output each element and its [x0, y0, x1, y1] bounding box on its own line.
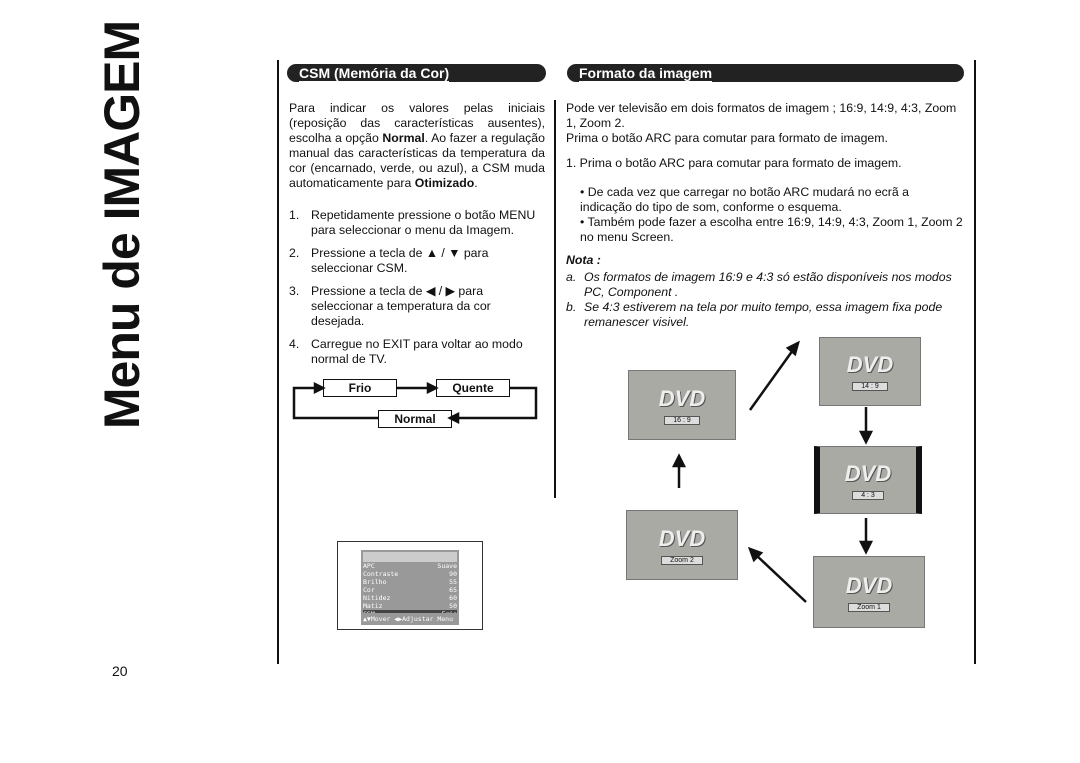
osd-row: Matiz 50 [363, 602, 457, 610]
osd-footer: ▲▼Mover ◀▶Adjustar Menu [361, 613, 459, 625]
csm-intro: Para indicar os valores pelas iniciais (… [289, 101, 545, 190]
osd-row: Brilho 55 [363, 578, 457, 586]
osd-row: APC Suave [363, 562, 457, 570]
osd-row: Cor 65 [363, 586, 457, 594]
section-header-formato: Formato da imagem [567, 64, 964, 82]
side-title: Menu de IMAGEM [94, 20, 150, 430]
osd-menu-screenshot: APC Suave Contraste 90 Brilho 55 Cor 65 Niti… [337, 541, 483, 630]
section-header-csm: CSM (Memória da Cor) [287, 64, 546, 82]
osd-row: Nitidez 60 [363, 594, 457, 602]
step: 3. Pressione a tecla de ◀ / ▶ para selecc… [289, 284, 491, 328]
step: 4. Carregue no EXIT para voltar ao modo n… [289, 337, 523, 366]
menu-icons [363, 552, 457, 562]
page-number: 20 [112, 663, 128, 679]
formato-text: Pode ver televisão em dois formatos de i… [566, 101, 963, 329]
format-cycle-arrows [671, 340, 874, 603]
step: 2. Pressione a tecla de ▲ / ▼ para selecc… [289, 246, 489, 275]
cycle-arrows [292, 381, 538, 425]
divider [277, 60, 279, 664]
step: 1. Repetidamente pressione o botão MENU p… [289, 208, 536, 237]
divider [974, 60, 976, 664]
csm-steps: 1. Repetidamente pressione o botão MENU p… [289, 200, 545, 367]
divider [554, 100, 556, 498]
osd-row: Contraste 90 [363, 570, 457, 578]
